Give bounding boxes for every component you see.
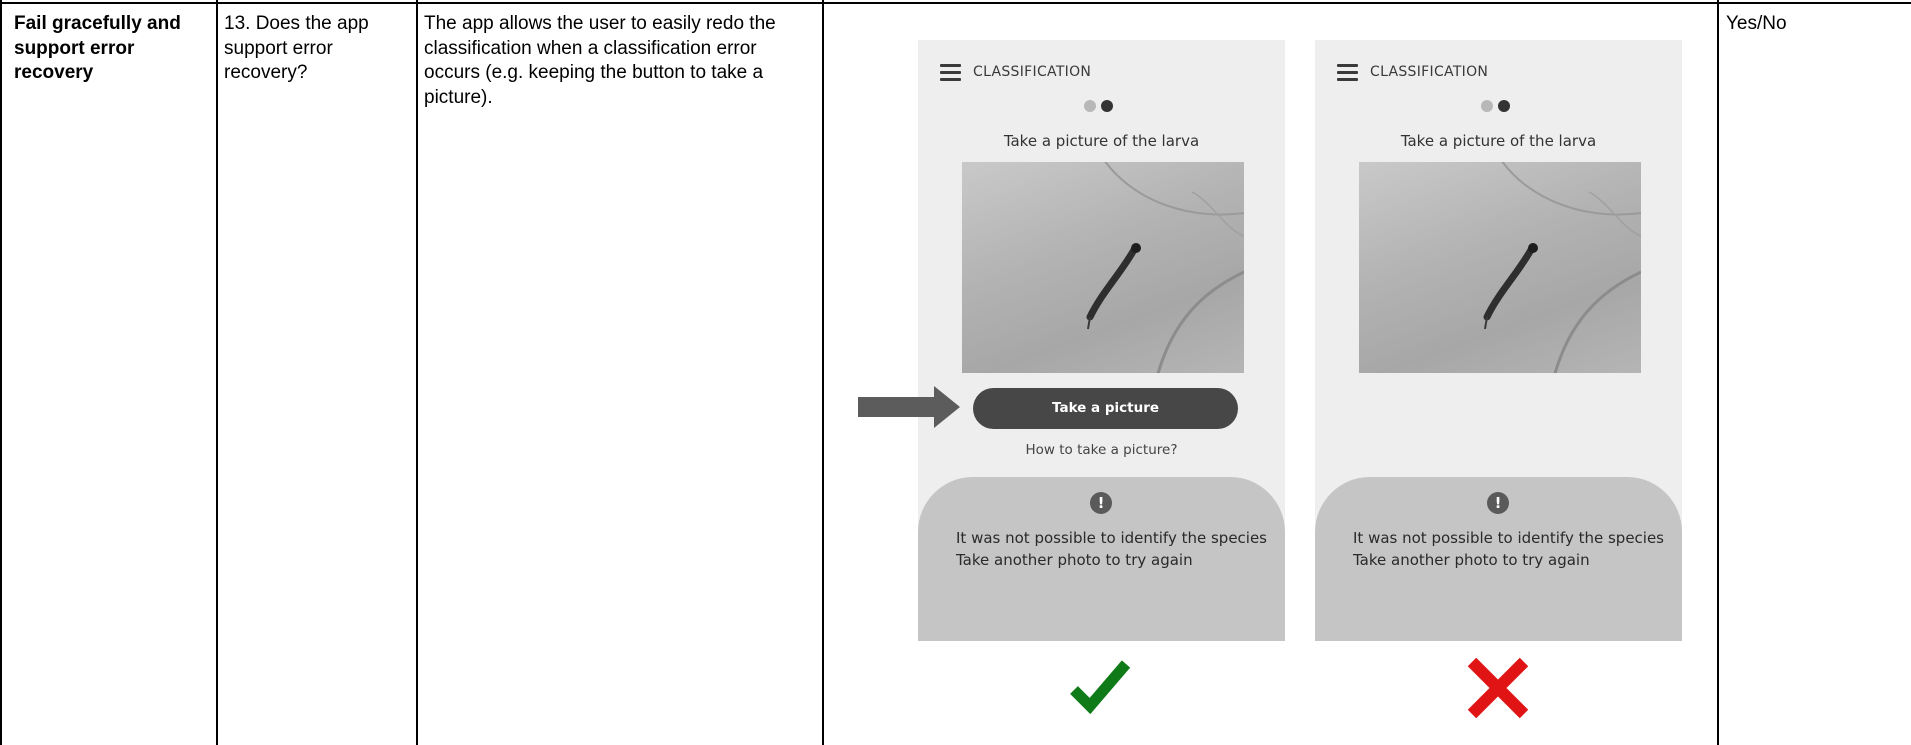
page-dot-active <box>1101 100 1113 112</box>
instruction-text: Take a picture of the larva <box>1003 132 1200 150</box>
error-panel: ! It was not possible to identify the sp… <box>918 477 1285 641</box>
screen-title: CLASSIFICATION <box>1370 64 1489 80</box>
red-cross-icon <box>1466 656 1530 720</box>
exclamation-icon: ! <box>1090 492 1112 514</box>
question-cell: 13. Does the app support error recovery? <box>224 13 369 83</box>
page-dot <box>1481 100 1493 112</box>
table-top-border <box>0 2 1911 4</box>
error-panel: ! It was not possible to identify the sp… <box>1315 477 1682 641</box>
page-indicator <box>1481 100 1521 112</box>
column-divider <box>1717 0 1719 745</box>
table-border <box>0 0 2 745</box>
hamburger-menu-icon[interactable] <box>1337 64 1358 81</box>
error-hint: Take another photo to try again <box>1353 551 1590 569</box>
column-divider <box>416 0 418 745</box>
answer-cell: Yes/No <box>1726 13 1787 34</box>
error-message: It was not possible to identify the spec… <box>956 529 1268 547</box>
page-dot <box>1084 100 1096 112</box>
error-message: It was not possible to identify the spec… <box>1353 529 1665 547</box>
take-picture-button[interactable]: Take a picture <box>973 388 1238 429</box>
larva-photo <box>962 162 1244 373</box>
mockup-without-retake-button: CLASSIFICATION Take a picture of the lar… <box>1315 40 1682 641</box>
column-divider <box>822 0 824 745</box>
page-indicator <box>1084 100 1124 112</box>
right-arrow-icon <box>858 386 960 428</box>
principle-cell: Fail gracefully and support error recove… <box>14 13 181 83</box>
larva-photo <box>1359 162 1641 373</box>
exclamation-icon: ! <box>1487 492 1509 514</box>
screen-title: CLASSIFICATION <box>973 64 1092 80</box>
page-dot-active <box>1498 100 1510 112</box>
instruction-text: Take a picture of the larva <box>1400 132 1597 150</box>
hamburger-menu-icon[interactable] <box>940 64 961 81</box>
description-cell: The app allows the user to easily redo t… <box>424 13 776 108</box>
green-checkmark-icon <box>1068 656 1132 720</box>
mockup-with-retake-button: CLASSIFICATION Take a picture of the lar… <box>918 40 1285 641</box>
error-hint: Take another photo to try again <box>956 551 1193 569</box>
column-divider <box>216 0 218 745</box>
how-to-take-picture-link[interactable]: How to take a picture? <box>918 442 1285 458</box>
